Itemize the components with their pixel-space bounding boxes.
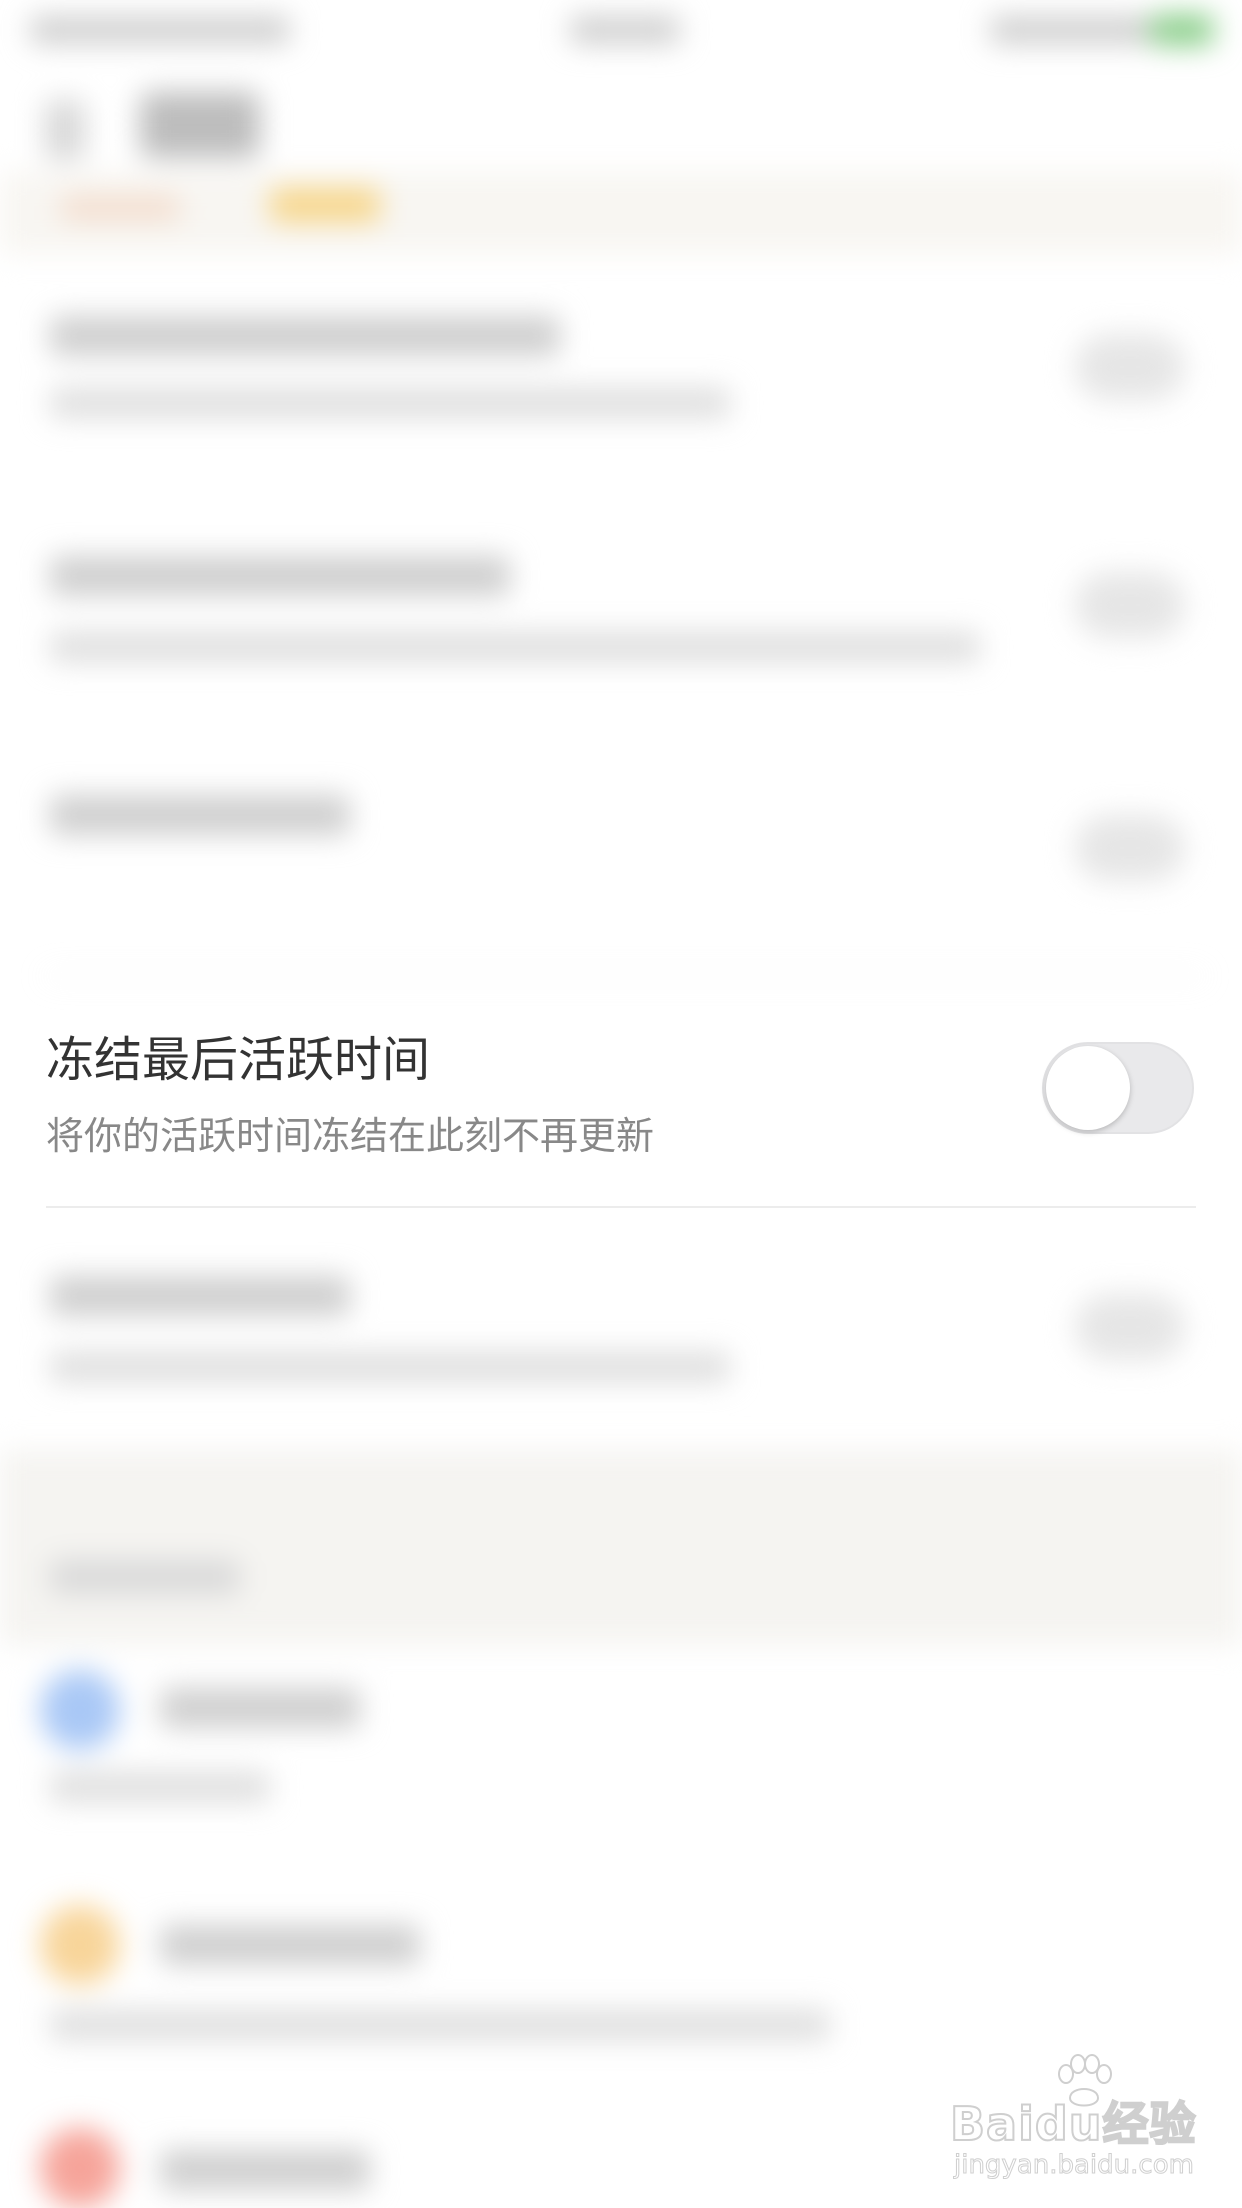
status-bar	[0, 0, 1242, 60]
watermark-brand: Baidu经验	[949, 2096, 1197, 2152]
notice-link-blurred[interactable]	[270, 188, 380, 222]
row-subtitle: 将你的活跃时间冻结在此刻不再更新	[46, 1114, 655, 1158]
freeze-last-active-toggle[interactable]	[1042, 1042, 1194, 1134]
row-title-blurred	[50, 316, 560, 356]
row-subtitle-blurred	[50, 1352, 730, 1382]
row-divider	[46, 1206, 1196, 1208]
toggle-blurred[interactable]	[1075, 815, 1185, 881]
screen: 冻结最后活跃时间 将你的活跃时间冻结在此刻不再更新 Baidu经验 jingya…	[0, 0, 1242, 2208]
list-item-icon	[40, 1670, 120, 1750]
toggle-blurred[interactable]	[1075, 572, 1185, 638]
settings-row-blurred[interactable]	[0, 1250, 1242, 1450]
row-title-blurred	[50, 1276, 350, 1316]
settings-row-blurred[interactable]	[0, 290, 1242, 490]
battery-icon	[1150, 14, 1214, 46]
watermark: Baidu经验 jingyan.baidu.com	[949, 2054, 1220, 2190]
row-title-blurred	[50, 795, 350, 835]
row-title-blurred	[50, 556, 510, 596]
toggle-blurred[interactable]	[1075, 1294, 1185, 1360]
status-indicators-blurred	[990, 16, 1150, 44]
list-item-title-blurred	[160, 1925, 420, 1965]
list-item-subtitle-blurred	[50, 1772, 270, 1802]
settings-row-blurred[interactable]	[0, 530, 1242, 730]
row-title: 冻结最后活跃时间	[46, 1032, 431, 1088]
status-time-blurred	[570, 16, 680, 44]
notice-bar-blurred	[0, 172, 1242, 254]
watermark-url: jingyan.baidu.com	[954, 2150, 1195, 2181]
toggle-blurred[interactable]	[1075, 334, 1185, 400]
back-arrow-icon[interactable]	[45, 100, 85, 160]
freeze-last-active-row[interactable]: 冻结最后活跃时间 将你的活跃时间冻结在此刻不再更新	[0, 1010, 1242, 1206]
toggle-knob	[1046, 1046, 1130, 1130]
row-subtitle-blurred	[50, 632, 980, 662]
list-item-icon	[40, 1905, 120, 1985]
nav-title-blurred	[140, 92, 260, 158]
list-item-subtitle-blurred	[50, 2010, 830, 2040]
list-item-icon	[40, 2128, 120, 2208]
row-divider	[45, 975, 1205, 977]
section-label-blurred	[50, 1560, 240, 1594]
settings-row-blurred[interactable]	[0, 775, 1242, 977]
list-item-title-blurred	[160, 2150, 370, 2190]
notice-text-blurred	[60, 196, 180, 220]
status-carrier-blurred	[30, 16, 290, 44]
section-header-blurred	[0, 1450, 1242, 1645]
row-subtitle-blurred	[50, 388, 730, 418]
list-item-title-blurred	[160, 1688, 360, 1728]
